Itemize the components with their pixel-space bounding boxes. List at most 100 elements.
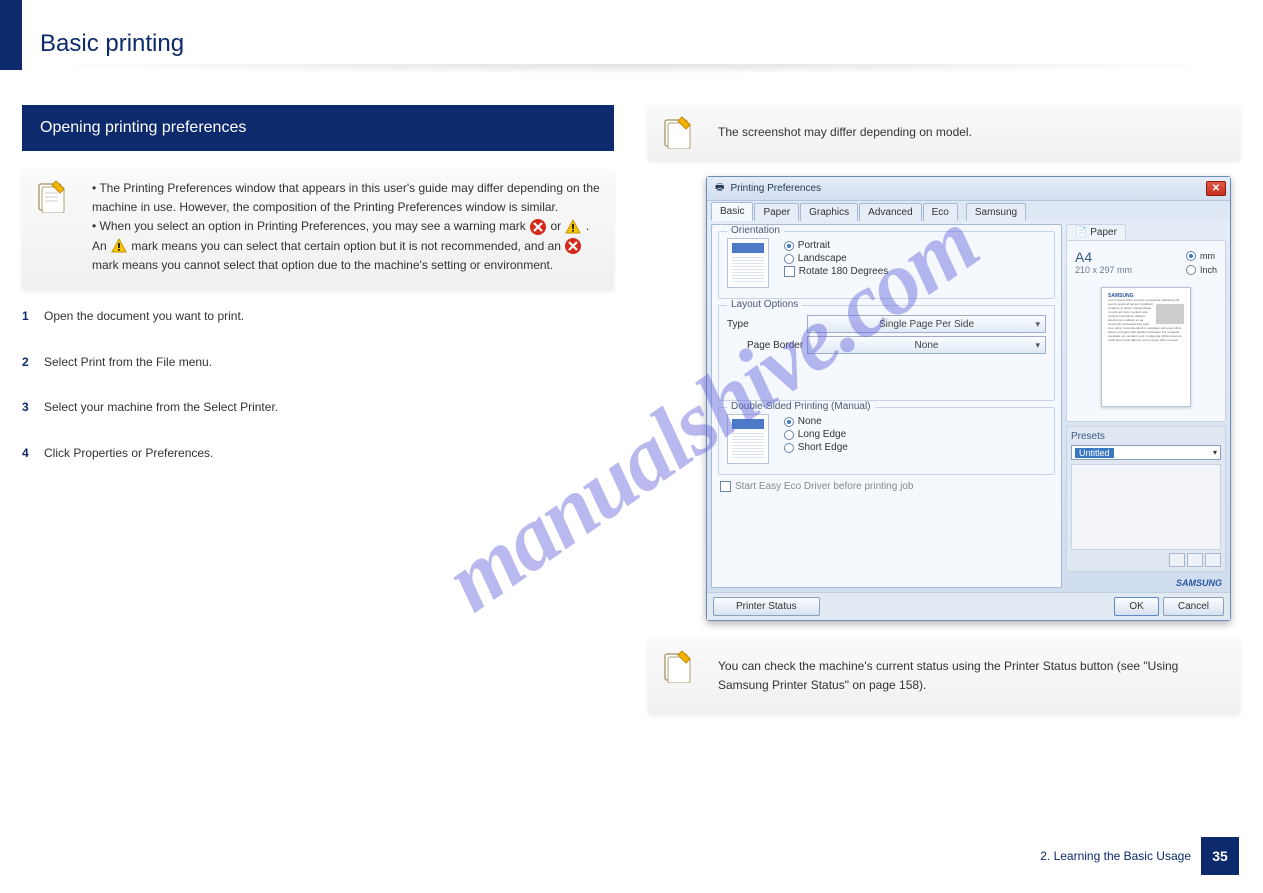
tab-samsung[interactable]: Samsung [966,203,1026,221]
presets-box: Presets Untitled [1066,426,1226,572]
dialog-titlebar: 🖶 Printing Preferences ✕ [707,177,1230,201]
label-duplex-short: Short Edge [798,442,848,453]
radio-duplex-short[interactable] [784,443,794,453]
warning-icon [110,237,128,255]
page-title: Basic printing [40,30,184,58]
layout-border-value: None [915,340,939,351]
paper-tab[interactable]: 📄 Paper [1066,224,1126,240]
right-column: The screenshot may differ depending on m… [648,105,1240,730]
radio-unit-inch[interactable] [1186,265,1196,275]
tab-basic[interactable]: Basic [711,202,753,221]
duplex-thumb [727,414,769,464]
samsung-logo: SAMSUNG [1066,576,1226,588]
orientation-legend: Orientation [727,225,784,236]
presets-title: Presets [1071,431,1221,442]
step2-text: Select Print from the File menu. [44,355,212,369]
error-icon [529,218,547,236]
paper-tab-label: Paper [1090,227,1117,238]
dialog-right-panel: 📄 Paper A4 210 x 297 mm mm Inch [1066,224,1226,588]
tab-graphics[interactable]: Graphics [800,203,858,221]
orientation-thumb [727,238,769,288]
dialog-left-panel: Orientation Portrait Landscape Rotate 18… [711,224,1062,588]
close-button[interactable]: ✕ [1206,181,1226,196]
radio-portrait[interactable] [784,241,794,251]
note-text-top: The screenshot may differ depending on m… [718,123,1226,142]
radio-landscape[interactable] [784,254,794,264]
presets-value: Untitled [1075,448,1114,458]
note-line2a: When you select an option in Printing Pr… [100,219,530,233]
duplex-group: Double-Sided Printing (Manual) None Long… [718,407,1055,475]
step-number: 4 [22,442,44,465]
note-line2b: or [550,219,564,233]
tab-paper[interactable]: Paper [754,203,799,221]
note-box-bottom-right: You can check the machine's current stat… [648,639,1240,713]
preset-btn-1[interactable] [1169,553,1185,567]
checkbox-easyeco[interactable] [720,481,731,492]
presets-body [1071,464,1221,550]
layout-type-value: Single Page Per Side [879,319,974,330]
tab-advanced[interactable]: Advanced [859,203,921,221]
label-easyeco: Start Easy Eco Driver before printing jo… [735,481,913,492]
section-title-bar: Opening printing preferences [22,105,614,151]
preset-btn-3[interactable] [1205,553,1221,567]
note-icon [662,649,696,683]
note-line1: The Printing Preferences window that app… [92,181,600,214]
printing-preferences-dialog: 🖶 Printing Preferences ✕ Basic Paper Gra… [706,176,1231,621]
dialog-title: Printing Preferences [730,183,821,194]
step-number: 1 [22,305,44,328]
steps-list: 1Open the document you want to print. 2S… [22,305,614,465]
warning-icon [564,218,582,236]
label-duplex-none: None [798,416,822,427]
ok-button[interactable]: OK [1114,597,1158,616]
note-box-left: • The Printing Preferences window that a… [22,169,614,289]
radio-unit-mm[interactable] [1186,251,1196,261]
layout-type-label: Type [727,319,807,330]
section-title: Opening printing preferences [40,119,246,136]
step-number: 3 [22,396,44,419]
label-duplex-long: Long Edge [798,429,846,440]
page-preview: SAMSUNG Lorem ipsum dolor sit amet conse… [1101,287,1191,407]
note-text-bottom: You can check the machine's current stat… [718,657,1226,695]
orientation-group: Orientation Portrait Landscape Rotate 18… [718,231,1055,299]
step3-text: Select your machine from the Select Prin… [44,400,278,414]
duplex-legend: Double-Sided Printing (Manual) [727,401,875,412]
step-number: 2 [22,351,44,374]
printer-status-button[interactable]: Printer Status [713,597,820,616]
checkbox-rotate180[interactable] [784,266,795,277]
layout-group: Layout Options Type Single Page Per Side… [718,305,1055,401]
label-landscape: Landscape [798,253,847,264]
note-line2d: mark means you can select that certain o… [131,239,564,253]
layout-legend: Layout Options [727,299,802,310]
paper-dims: 210 x 297 mm [1075,265,1132,275]
tabs-row: Basic Paper Graphics Advanced Eco Samsun… [707,201,1230,220]
layout-border-select[interactable]: None [807,336,1046,354]
note-icon [662,115,696,149]
radio-duplex-long[interactable] [784,430,794,440]
page-number: 35 [1201,837,1239,875]
label-portrait: Portrait [798,240,830,251]
preset-btn-2[interactable] [1187,553,1203,567]
label-mm: mm [1200,251,1215,261]
radio-duplex-none[interactable] [784,417,794,427]
note-line2e: mark means you cannot select that option… [92,258,553,272]
corner-accent [0,0,22,70]
label-rotate180: Rotate 180 Degrees [799,266,889,277]
step4-text: Click Properties or Preferences. [44,446,213,460]
paper-size: A4 [1075,249,1132,265]
dialog-footer: Printer Status OK Cancel [707,592,1230,620]
layout-border-label: Page Border [727,340,807,351]
tab-eco[interactable]: Eco [923,203,958,221]
header-shadow [22,64,1241,74]
cancel-button[interactable]: Cancel [1163,597,1224,616]
label-inch: Inch [1200,265,1217,275]
note-box-top-right: The screenshot may differ depending on m… [648,105,1240,160]
presets-select[interactable]: Untitled [1071,445,1221,460]
paper-box: A4 210 x 297 mm mm Inch SAMSUNG Lorem ip… [1066,240,1226,422]
printer-icon: 🖶 [715,180,724,197]
note-text-left: • The Printing Preferences window that a… [92,179,600,275]
note-icon [36,179,70,213]
footer-text: 2. Learning the Basic Usage [1040,849,1191,863]
error-icon [564,237,582,255]
layout-type-select[interactable]: Single Page Per Side [807,315,1046,333]
step1-text: Open the document you want to print. [44,309,244,323]
